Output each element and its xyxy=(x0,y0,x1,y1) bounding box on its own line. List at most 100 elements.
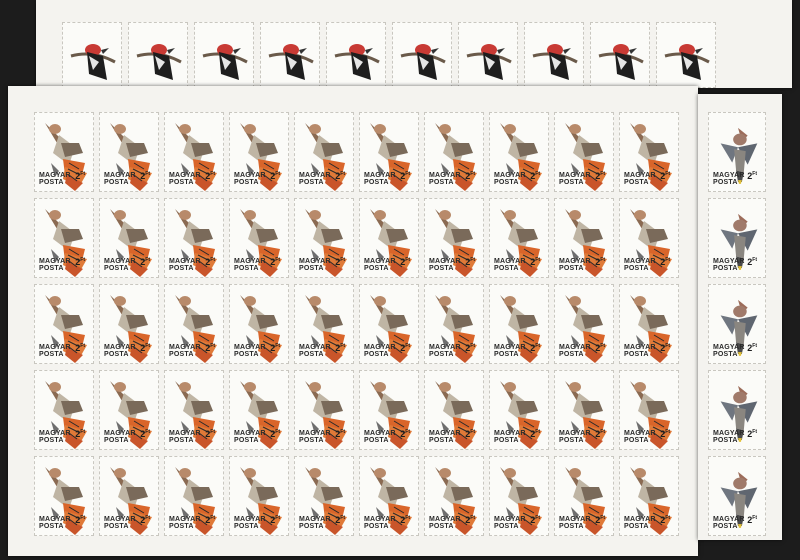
stamp: MAGYAR POSTA 2Ft xyxy=(34,456,94,536)
stamp: MAGYAR POSTA 2Ft xyxy=(34,198,94,278)
stamp: MAGYAR POSTA 2Ft xyxy=(489,284,549,364)
stamp: MAGYAR POSTA 2Ft xyxy=(554,112,614,192)
stamp: MAGYAR POSTA 2Ft xyxy=(229,456,289,536)
stamp-face-value: 2Ft xyxy=(747,515,757,525)
stamp: MAGYAR POSTA 2Ft xyxy=(164,370,224,450)
stamp: MAGYAR POSTA 2Ft xyxy=(619,198,679,278)
stamp: MAGYAR POSTA 2Ft xyxy=(554,370,614,450)
stamp-face-value: 2Ft xyxy=(335,343,345,353)
stamp: MAGYAR POSTA 2Ft xyxy=(359,370,419,450)
stamp xyxy=(656,22,716,88)
stamp-face-value: 2Ft xyxy=(270,343,280,353)
stamp: MAGYAR POSTA 2Ft xyxy=(619,370,679,450)
stamp: MAGYAR POSTA 2Ft xyxy=(229,284,289,364)
stamp-face-value: 2Ft xyxy=(660,515,670,525)
back-stamp-sheet xyxy=(36,0,792,88)
black-woodpecker-illustration xyxy=(664,44,710,80)
stamp: MAGYAR POSTA 2Ft xyxy=(294,370,354,450)
stamp-face-value: 2Ft xyxy=(595,171,605,181)
stamp: MAGYAR POSTA 2Ft xyxy=(708,370,766,450)
stamp: MAGYAR POSTA 2Ft xyxy=(359,284,419,364)
stamp: MAGYAR POSTA 2Ft xyxy=(489,198,549,278)
stamp-face-value: 2Ft xyxy=(335,515,345,525)
stamp: MAGYAR POSTA 2Ft xyxy=(359,112,419,192)
black-woodpecker-illustration xyxy=(268,44,314,80)
black-woodpecker-illustration xyxy=(136,44,182,80)
side-stamp-sheet: MAGYAR POSTA 2Ft MAGYAR POSTA 2Ft MAGYAR… xyxy=(698,94,782,540)
stamp-face-value: 2Ft xyxy=(270,515,280,525)
black-woodpecker-illustration xyxy=(70,44,116,80)
stamp: MAGYAR POSTA 2Ft xyxy=(34,112,94,192)
stamp: MAGYAR POSTA 2Ft xyxy=(164,198,224,278)
stamp xyxy=(326,22,386,88)
stamp: MAGYAR POSTA 2Ft xyxy=(424,284,484,364)
stamp-face-value: 2Ft xyxy=(465,515,475,525)
stamp xyxy=(128,22,188,88)
stamp: MAGYAR POSTA 2Ft xyxy=(99,456,159,536)
stamp: MAGYAR POSTA 2Ft xyxy=(294,112,354,192)
stamp: MAGYAR POSTA 2Ft xyxy=(554,284,614,364)
stamp xyxy=(590,22,650,88)
black-woodpecker-illustration xyxy=(400,44,446,80)
stamp: MAGYAR POSTA 2Ft xyxy=(229,112,289,192)
stamp-face-value: 2Ft xyxy=(75,257,85,267)
stamp-face-value: 2Ft xyxy=(660,343,670,353)
stamp-face-value: 2Ft xyxy=(660,257,670,267)
stamp: MAGYAR POSTA 2Ft xyxy=(554,198,614,278)
stamp: MAGYAR POSTA 2Ft xyxy=(489,112,549,192)
stamp-face-value: 2Ft xyxy=(205,257,215,267)
stamp: MAGYAR POSTA 2Ft xyxy=(424,370,484,450)
stamp: MAGYAR POSTA 2Ft xyxy=(554,456,614,536)
stamp: MAGYAR POSTA 2Ft xyxy=(619,112,679,192)
stamp-country-label: MAGYAR POSTA xyxy=(713,344,745,358)
stamp-face-value: 2Ft xyxy=(205,429,215,439)
stamp: MAGYAR POSTA 2Ft xyxy=(359,198,419,278)
stamp-face-value: 2Ft xyxy=(140,171,150,181)
stamp-face-value: 2Ft xyxy=(400,429,410,439)
stamp xyxy=(458,22,518,88)
stamp-face-value: 2Ft xyxy=(75,429,85,439)
stamp: MAGYAR POSTA 2Ft xyxy=(424,456,484,536)
stamp: MAGYAR POSTA 2Ft xyxy=(294,456,354,536)
stamp: MAGYAR POSTA 2Ft xyxy=(708,112,766,192)
stamp-country-label: MAGYAR POSTA xyxy=(713,516,745,530)
stamp-face-value: 2Ft xyxy=(595,515,605,525)
black-woodpecker-illustration xyxy=(598,44,644,80)
stamp: MAGYAR POSTA 2Ft xyxy=(99,370,159,450)
stamp: MAGYAR POSTA 2Ft xyxy=(619,456,679,536)
stamp-row: MAGYAR POSTA 2Ft MAGYAR POSTA 2Ft MAGYAR… xyxy=(34,284,684,364)
stamp-face-value: 2Ft xyxy=(205,343,215,353)
stamp-face-value: 2Ft xyxy=(205,515,215,525)
stamp-face-value: 2Ft xyxy=(140,429,150,439)
stamp xyxy=(62,22,122,88)
stamp-row: MAGYAR POSTA 2Ft MAGYAR POSTA 2Ft MAGYAR… xyxy=(34,198,684,278)
stamp-face-value: 2Ft xyxy=(270,429,280,439)
stamp: MAGYAR POSTA 2Ft xyxy=(708,284,766,364)
stamp-face-value: 2Ft xyxy=(595,343,605,353)
stamp-face-value: 2Ft xyxy=(530,515,540,525)
stamp-face-value: 2Ft xyxy=(400,257,410,267)
stamp: MAGYAR POSTA 2Ft xyxy=(489,456,549,536)
stamp: MAGYAR POSTA 2Ft xyxy=(99,284,159,364)
stamp xyxy=(260,22,320,88)
stamp-face-value: 2Ft xyxy=(747,257,757,267)
stamp-face-value: 2Ft xyxy=(660,429,670,439)
stamp: MAGYAR POSTA 2Ft xyxy=(164,284,224,364)
stamp-country-label: MAGYAR POSTA xyxy=(713,172,745,186)
stamp-face-value: 2Ft xyxy=(530,171,540,181)
stamp-country-label: MAGYAR POSTA xyxy=(713,258,745,272)
stamp-face-value: 2Ft xyxy=(595,429,605,439)
stamp-face-value: 2Ft xyxy=(75,343,85,353)
stamp xyxy=(194,22,254,88)
stamp: MAGYAR POSTA 2Ft xyxy=(708,456,766,536)
black-woodpecker-illustration xyxy=(466,44,512,80)
stamp: MAGYAR POSTA 2Ft xyxy=(164,112,224,192)
stamp: MAGYAR POSTA 2Ft xyxy=(229,198,289,278)
stamp-face-value: 2Ft xyxy=(465,343,475,353)
stamp-face-value: 2Ft xyxy=(747,171,757,181)
stamp: MAGYAR POSTA 2Ft xyxy=(619,284,679,364)
black-woodpecker-illustration xyxy=(532,44,578,80)
stamp-face-value: 2Ft xyxy=(747,429,757,439)
stamp-face-value: 2Ft xyxy=(205,171,215,181)
stamp-face-value: 2Ft xyxy=(465,171,475,181)
